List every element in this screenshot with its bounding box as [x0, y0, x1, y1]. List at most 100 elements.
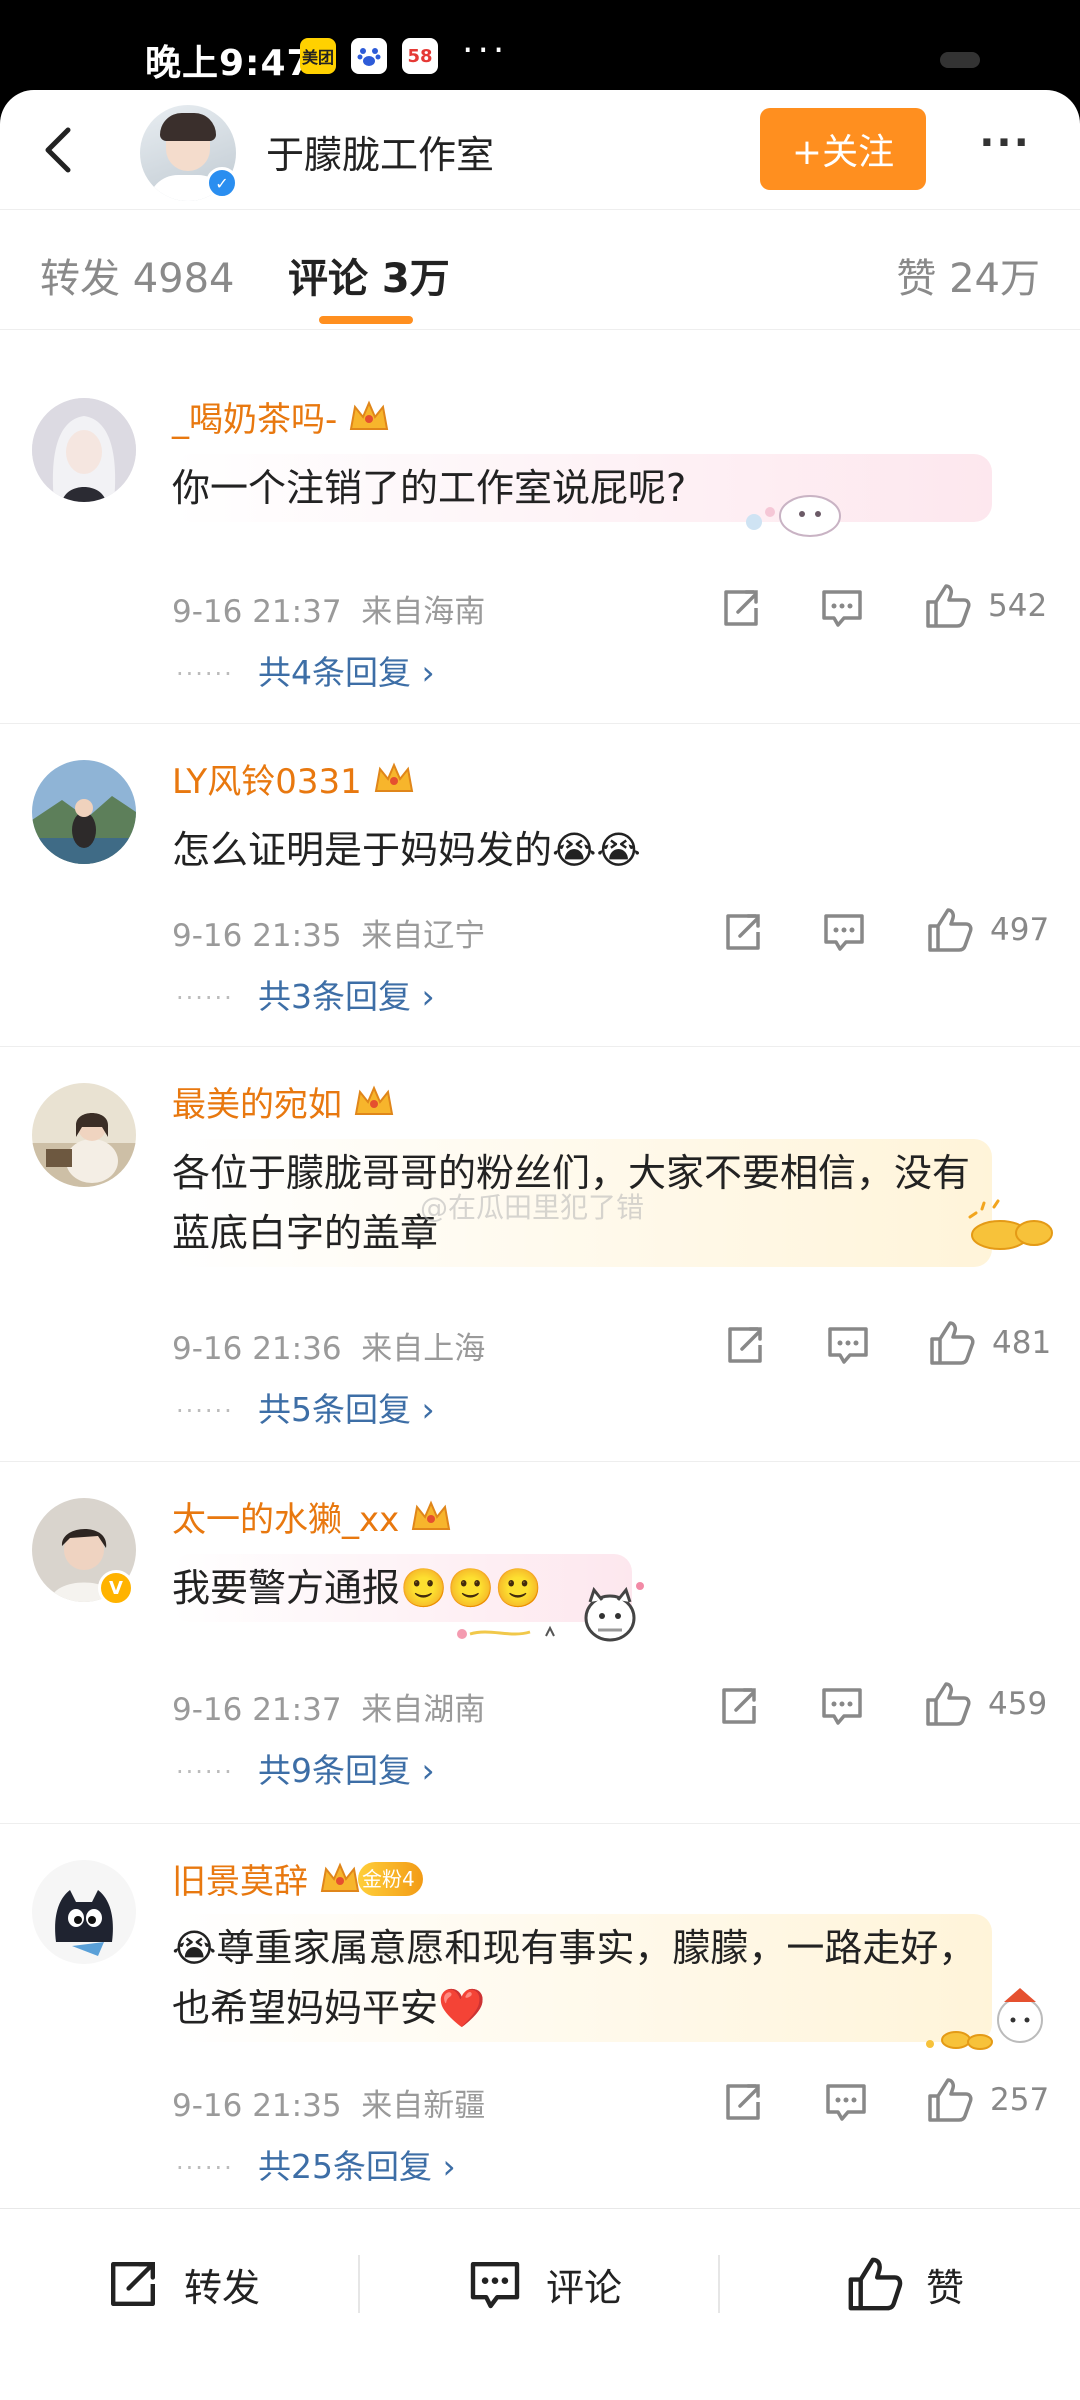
comment-meta: 9-16 21:35 来自新疆 [172, 2080, 485, 2125]
thumbs-up-icon [930, 1321, 975, 1365]
comment-item: V 太一的水獭_xx 我要警方通报🙂🙂🙂 9-16 21:37 来自湖南 459… [0, 1462, 1080, 1824]
comment-time: 9-16 21:36 [172, 1331, 342, 1367]
comment-username[interactable]: LY风铃0331 [172, 754, 416, 803]
bottom-action-bar: 转发 评论 赞 [0, 2208, 1080, 2400]
share-button[interactable] [712, 2072, 772, 2132]
verified-icon: V [98, 1570, 134, 1606]
crown-badge-icon [412, 1499, 451, 1530]
comment-icon [822, 590, 862, 627]
status-indicator [940, 52, 980, 68]
share-icon [726, 914, 760, 950]
comment-item: 旧景莫辞 金粉4 😭尊重家属意愿和现有事实，朦朦，一路走好，也希望妈妈平安❤️ … [0, 1824, 1080, 2244]
like-button[interactable] [918, 1674, 978, 1734]
comment-time: 9-16 21:37 [172, 594, 342, 630]
verified-icon: ✓ [206, 167, 238, 199]
view-replies-link[interactable]: 共5条回复 › [258, 1383, 435, 1431]
reply-dots: ······ [176, 984, 234, 1012]
like-button[interactable] [918, 576, 978, 636]
share-icon [111, 2262, 155, 2306]
user-avatar[interactable] [32, 398, 136, 502]
like-count: 542 [988, 588, 1048, 624]
like-button[interactable] [920, 900, 980, 960]
view-replies-link[interactable]: 共25条回复 › [258, 2140, 456, 2188]
like-count: 481 [992, 1325, 1052, 1361]
baidu-app-icon [351, 38, 387, 74]
reply-dots: ······ [176, 2154, 234, 2182]
share-icon [726, 2084, 760, 2120]
bottom-comment-label: 评论 [546, 2265, 623, 2310]
bottom-like-label: 赞 [926, 2265, 965, 2310]
comment-location: 来自上海 [361, 1331, 486, 1367]
bottom-repost-button[interactable]: 转发 [100, 2249, 260, 2319]
comment-location: 来自新疆 [361, 2088, 486, 2124]
like-count: 257 [990, 2082, 1050, 2118]
comment-button[interactable] [812, 578, 872, 638]
comment-text: 你一个注销了的工作室说屁呢? [172, 454, 992, 522]
crown-badge-icon [350, 399, 389, 430]
divider [358, 2255, 360, 2313]
view-replies-link[interactable]: 共3条回复 › [258, 970, 435, 1018]
thumbs-up-icon [848, 2257, 903, 2311]
thumbs-up-icon [928, 2078, 973, 2122]
comment-username[interactable]: 太一的水獭_xx [172, 1492, 453, 1541]
view-replies-link[interactable]: 共4条回复 › [258, 646, 435, 694]
comment-location: 来自海南 [361, 594, 486, 630]
comment-item: _喝奶茶吗- 你一个注销了的工作室说屁呢? 9-16 21:37 来自海南 54… [0, 362, 1080, 724]
share-button[interactable] [714, 1315, 774, 1375]
thumbs-up-icon [926, 584, 971, 628]
tab-likes[interactable]: 赞 24万 [896, 246, 1040, 304]
more-options-icon[interactable]: ··· [970, 120, 1040, 180]
comment-meta: 9-16 21:36 来自上海 [172, 1323, 485, 1368]
bottom-repost-label: 转发 [184, 2265, 261, 2310]
share-button[interactable] [710, 578, 770, 638]
meituan-app-icon: 美团 [300, 38, 336, 74]
status-more-icon: ··· [462, 30, 509, 71]
comment-username[interactable]: 最美的宛如 [172, 1077, 396, 1126]
crown-badge-icon [374, 761, 413, 792]
follow-button[interactable]: +关注 [760, 108, 926, 190]
comment-username[interactable]: _喝奶茶吗- [172, 392, 391, 441]
page-title[interactable]: 于朦胧工作室 [266, 124, 494, 179]
comment-button[interactable] [818, 1315, 878, 1375]
comment-username[interactable]: 旧景莫辞 金粉4 [172, 1854, 423, 1903]
comment-item: 最美的宛如 各位于朦胧哥哥的粉丝们，大家不要相信，没有蓝底白字的盖章 9-16 … [0, 1047, 1080, 1462]
fan-level-badge: 金粉4 [358, 1861, 423, 1896]
watermark: @在瓜田里犯了错 [420, 1191, 645, 1224]
comment-icon [824, 914, 864, 951]
chevron-left-icon [45, 127, 71, 173]
comment-time: 9-16 21:35 [172, 2088, 342, 2124]
like-button[interactable] [922, 1313, 982, 1373]
bottom-like-button[interactable]: 赞 [842, 2249, 964, 2319]
comment-icon [822, 1688, 862, 1725]
like-count: 497 [990, 912, 1050, 948]
user-avatar[interactable] [32, 1083, 136, 1187]
comment-text: 怎么证明是于妈妈发的😭😭 [172, 828, 641, 872]
comment-location: 来自湖南 [361, 1692, 486, 1728]
share-button[interactable] [708, 1676, 768, 1736]
comment-button[interactable] [816, 2072, 876, 2132]
user-avatar[interactable] [32, 760, 136, 864]
comment-list: _喝奶茶吗- 你一个注销了的工作室说屁呢? 9-16 21:37 来自海南 54… [0, 362, 1080, 2244]
58-app-icon: 58 [402, 38, 438, 74]
comment-meta: 9-16 21:35 来自辽宁 [172, 910, 485, 955]
comment-button[interactable] [814, 902, 874, 962]
active-tab-indicator [319, 316, 413, 324]
tab-comments[interactable]: 评论 3万 [288, 246, 450, 304]
bubble-decoration-icon [746, 495, 841, 537]
comment-icon [826, 2084, 866, 2121]
comment-meta: 9-16 21:37 来自海南 [172, 586, 485, 631]
reply-dots: ······ [176, 660, 234, 688]
comment-item: LY风铃0331 怎么证明是于妈妈发的😭😭 9-16 21:35 来自辽宁 49… [0, 724, 1080, 1047]
user-avatar[interactable] [32, 1860, 136, 1964]
comment-time: 9-16 21:35 [172, 918, 342, 954]
share-icon [722, 1688, 756, 1724]
share-button[interactable] [712, 902, 772, 962]
bottom-comment-button[interactable]: 评论 [462, 2249, 622, 2319]
reply-dots: ······ [176, 1758, 234, 1786]
comment-button[interactable] [812, 1676, 872, 1736]
back-button[interactable] [30, 120, 90, 180]
view-replies-link[interactable]: 共9条回复 › [258, 1744, 435, 1792]
gold-ingot-decoration-icon [968, 1199, 1053, 1250]
tab-repost[interactable]: 转发 4984 [40, 246, 235, 304]
like-button[interactable] [920, 2070, 980, 2130]
